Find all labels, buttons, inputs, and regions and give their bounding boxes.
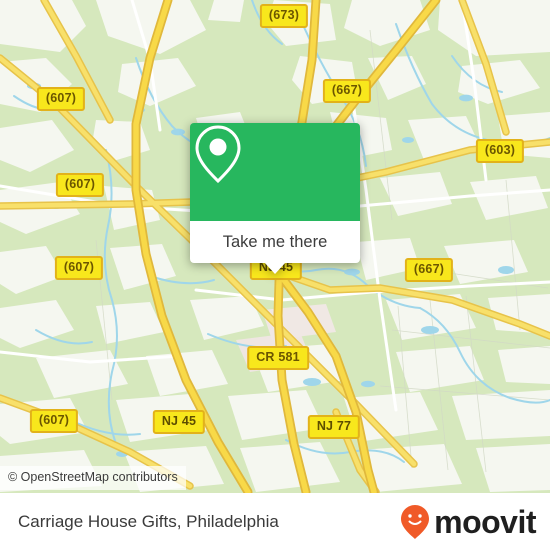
map-pin-icon	[195, 125, 241, 184]
moovit-wordmark: moovit	[434, 503, 536, 540]
road-shield[interactable]: (607)	[36, 87, 86, 111]
road-shield[interactable]: (607)	[55, 173, 105, 197]
map-screen: (673) (667) (607) (603) (607) (607) (667…	[0, 0, 550, 550]
moovit-logo[interactable]: moovit	[400, 504, 536, 540]
road-shield[interactable]: (607)	[54, 256, 104, 280]
road-shield[interactable]: (667)	[322, 79, 372, 103]
road-shield[interactable]: NJ 45	[152, 410, 206, 434]
place-title: Carriage House Gifts, Philadelphia	[18, 511, 279, 531]
popup-image	[190, 123, 360, 221]
moovit-smiley-pin-icon	[401, 504, 430, 539]
road-shield[interactable]: NJ 77	[307, 415, 361, 439]
road-shield[interactable]: (607)	[29, 409, 79, 433]
road-shield[interactable]: (667)	[404, 258, 454, 282]
popup-tail	[264, 262, 286, 274]
road-shield[interactable]: (603)	[475, 139, 525, 163]
place-popup[interactable]: Take me there	[190, 123, 360, 274]
road-shield[interactable]: CR 581	[247, 346, 309, 370]
footer-bar: Carriage House Gifts, Philadelphia moovi…	[0, 493, 550, 550]
osm-attribution[interactable]: © OpenStreetMap contributors	[0, 466, 186, 490]
take-me-there-button[interactable]: Take me there	[190, 221, 360, 263]
road-shield[interactable]: (673)	[259, 4, 309, 28]
map-canvas[interactable]: (673) (667) (607) (603) (607) (607) (667…	[0, 0, 550, 493]
